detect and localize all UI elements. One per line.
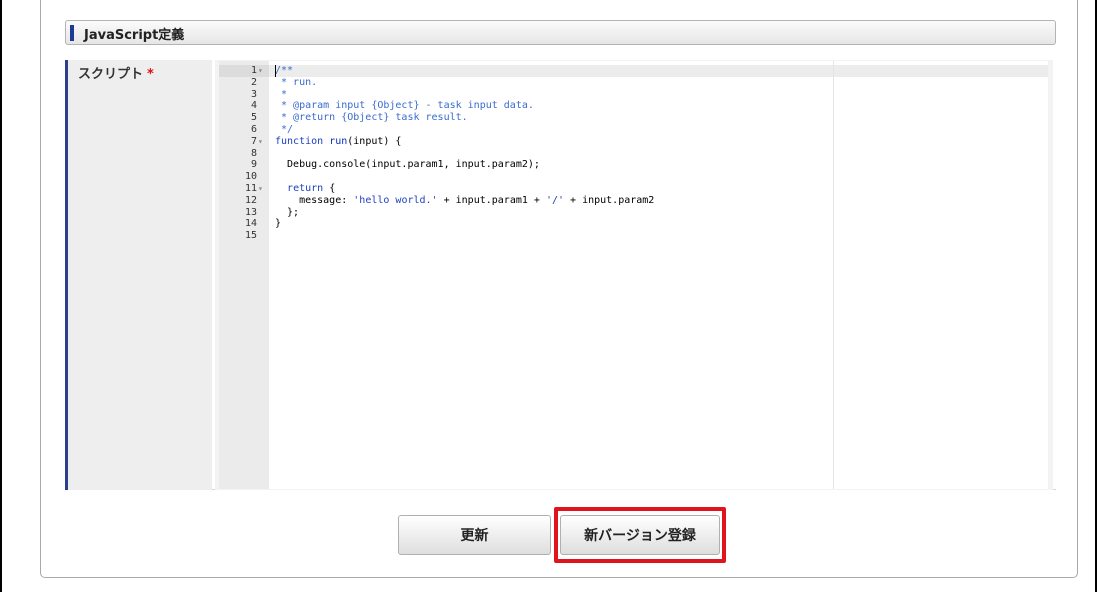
code-text: function run(input) { xyxy=(275,135,402,147)
code-line: 2 * run. xyxy=(219,77,1048,89)
line-number: 7 xyxy=(250,135,257,147)
code-text: } xyxy=(275,218,282,230)
frame-border-left xyxy=(0,0,2,592)
script-code-editor[interactable]: 1 ▾/** 2 * run. 3 * 4 * @param input {Object… xyxy=(219,61,1048,489)
code-line: 5 * @return {Object} task result. xyxy=(219,112,1048,124)
line-number: 12 xyxy=(244,194,257,206)
code-text: message: 'hello world.' + input.param1 +… xyxy=(275,194,655,206)
line-number: 3 xyxy=(250,88,257,100)
line-number: 6 xyxy=(250,123,257,135)
code-text: */ xyxy=(275,123,294,135)
code-line: 8 xyxy=(219,148,1048,160)
code-line: 12 message: 'hello world.' + input.param… xyxy=(219,195,1048,207)
highlight-box xyxy=(554,507,726,563)
fold-toggle-icon[interactable]: ▾ xyxy=(258,65,268,77)
line-number: 11 xyxy=(244,182,257,194)
code-line: 4 * @param input {Object} - task input d… xyxy=(219,100,1048,112)
code-text: return { xyxy=(287,182,336,194)
script-label-text: スクリプト xyxy=(78,67,144,82)
code-line: 11 ▾ return { xyxy=(219,183,1048,195)
code-text: * run. xyxy=(275,76,318,88)
required-mark: * xyxy=(147,67,154,82)
line-number: 2 xyxy=(250,76,257,88)
line-number: 15 xyxy=(244,230,257,242)
line-number: 13 xyxy=(244,206,257,218)
line-number: 10 xyxy=(244,171,257,183)
code-line: 1 ▾ /** xyxy=(219,65,1048,77)
script-form-row: スクリプト * 1 ▾/** 2 * run. 3 * 4 * @param input … xyxy=(65,60,1056,490)
code-text: Debug.console(input.param1, input.param2… xyxy=(275,159,540,171)
code-line: 3 * xyxy=(219,89,1048,101)
line-number: 4 xyxy=(250,100,257,112)
fold-toggle-icon[interactable]: ▾ xyxy=(258,183,268,195)
code-text: /** xyxy=(275,65,294,76)
code-text: * xyxy=(275,88,288,100)
line-number: 8 xyxy=(250,147,257,159)
code-line: 10 xyxy=(219,171,1048,183)
section-title: JavaScript定義 xyxy=(84,28,185,43)
line-number: 14 xyxy=(244,218,257,230)
section-header-bar xyxy=(70,25,74,41)
code-line: 6 */ xyxy=(219,124,1048,136)
code-text: }; xyxy=(275,206,300,218)
script-label-cell: スクリプト * xyxy=(65,60,212,490)
line-number: 9 xyxy=(250,159,257,171)
code-line: 13 }; xyxy=(219,207,1048,219)
editor-cursor xyxy=(275,65,276,77)
code-line: 15 xyxy=(219,230,1048,242)
code-text: * @return {Object} task result. xyxy=(275,112,468,124)
update-button[interactable]: 更新 xyxy=(398,515,551,555)
line-number: 5 xyxy=(250,112,257,124)
code-line: 9 Debug.console(input.param1, input.para… xyxy=(219,159,1048,171)
code-line: 14} xyxy=(219,218,1048,230)
script-label: スクリプト * xyxy=(78,63,154,82)
section-header: JavaScript定義 xyxy=(65,20,1056,45)
editor-lines[interactable]: 1 ▾/** 2 * run. 3 * 4 * @param input {Object… xyxy=(219,65,1048,242)
code-line: 7 ▾ function run(input) { xyxy=(219,136,1048,148)
line-number: 1 xyxy=(250,65,257,76)
code-text: * @param input {Object} - task input dat… xyxy=(275,100,534,112)
fold-toggle-icon[interactable]: ▾ xyxy=(258,136,268,148)
